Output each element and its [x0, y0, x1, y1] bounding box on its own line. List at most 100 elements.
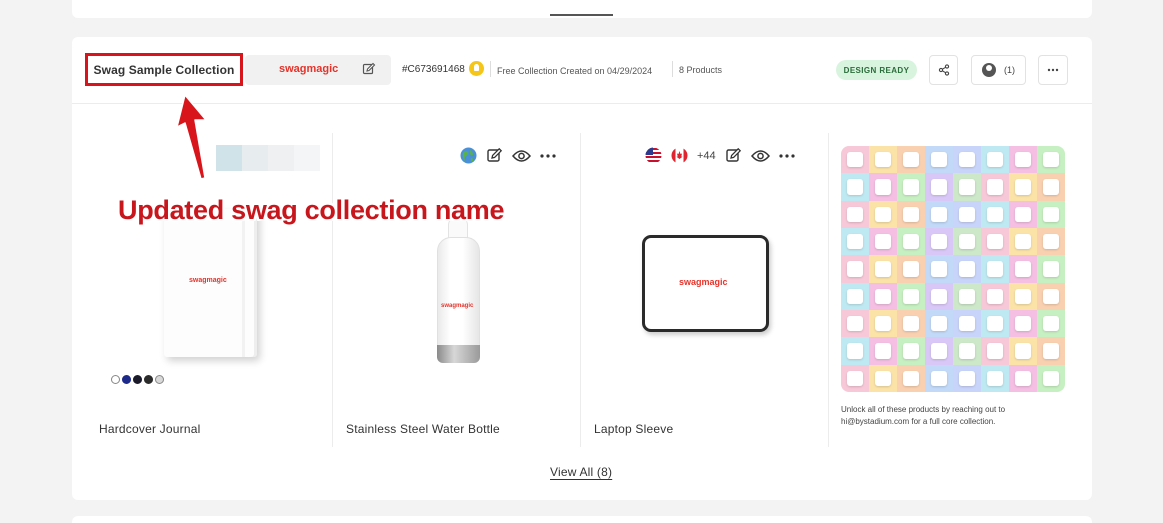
product-actions: +44: [645, 147, 795, 164]
edit-icon[interactable]: [362, 62, 376, 81]
product-actions: [460, 147, 556, 164]
us-flag-icon[interactable]: [645, 147, 662, 164]
color-swatches: [111, 375, 164, 384]
collage-tile: [869, 146, 897, 174]
eye-icon[interactable]: [512, 149, 531, 163]
annotation-text: Updated swag collection name: [118, 195, 505, 225]
user-icon: [982, 63, 996, 77]
swatch-gray[interactable]: [155, 375, 164, 384]
collage-tile: [841, 173, 869, 201]
collage-tile: [1009, 228, 1037, 256]
collage-tile: [1037, 310, 1065, 338]
ca-flag-icon[interactable]: [671, 147, 688, 164]
collage-tile: [869, 282, 897, 310]
collage-tile: [953, 364, 981, 392]
collage-tile: [981, 228, 1009, 256]
more-options-button[interactable]: [1038, 55, 1068, 85]
members-button[interactable]: (1): [971, 55, 1026, 85]
product-name[interactable]: Laptop Sleeve: [594, 422, 673, 436]
created-date: Free Collection Created on 04/29/2024: [497, 66, 653, 76]
collage-tile: [953, 310, 981, 338]
divider: [672, 61, 673, 77]
collage-tile: [841, 337, 869, 365]
collage-tile: [897, 255, 925, 283]
collage-tile: [897, 364, 925, 392]
collage-tile: [869, 228, 897, 256]
sleeve-logo: swagmagic: [679, 277, 728, 287]
globe-icon[interactable]: [460, 147, 477, 164]
more-regions-count[interactable]: +44: [697, 150, 716, 162]
laptop-sleeve-image: swagmagic: [642, 235, 769, 332]
collage-tile: [1009, 337, 1037, 365]
collage-tile: [981, 310, 1009, 338]
collage-tile: [869, 310, 897, 338]
water-bottle-image: swagmagic: [437, 203, 480, 363]
collage-tile: [897, 310, 925, 338]
collage-tile: [841, 282, 869, 310]
annotation-arrow-icon: [176, 94, 207, 180]
collage-tile: [953, 282, 981, 310]
more-icon[interactable]: [779, 153, 795, 158]
collage-tile: [1037, 228, 1065, 256]
view-all-link[interactable]: View All (8): [550, 465, 612, 479]
collage-tile: [1037, 200, 1065, 228]
collage-tile: [897, 337, 925, 365]
edit-icon[interactable]: [486, 147, 503, 164]
previous-collection-card: [72, 0, 1092, 18]
collage-tile: [925, 228, 953, 256]
collage-tile: [1009, 364, 1037, 392]
collage-tile: [897, 146, 925, 174]
eye-icon[interactable]: [750, 149, 770, 163]
collage-tile: [981, 200, 1009, 228]
collage-tile: [953, 228, 981, 256]
swatch-white[interactable]: [111, 375, 120, 384]
collage-tile: [953, 337, 981, 365]
collection-card: Swag Sample Collection swagmagic #C67369…: [72, 37, 1092, 500]
product-name[interactable]: Stainless Steel Water Bottle: [346, 422, 500, 436]
collage-tile: [981, 173, 1009, 201]
journal-logo: swagmagic: [189, 277, 227, 284]
collage-tile: [1037, 255, 1065, 283]
collage-tile: [953, 173, 981, 201]
products-count: 8 Products: [679, 65, 723, 75]
collage-tile: [981, 364, 1009, 392]
hardcover-journal-image: swagmagic: [164, 209, 257, 357]
collage-tile: [869, 364, 897, 392]
collage-tile: [953, 200, 981, 228]
more-icon[interactable]: [540, 153, 556, 158]
collage-tile: [925, 310, 953, 338]
product-collage-image: [841, 146, 1065, 392]
collection-header: Swag Sample Collection swagmagic #C67369…: [72, 37, 1092, 104]
collage-tile: [925, 173, 953, 201]
collage-tile: [981, 255, 1009, 283]
collage-tile: [1009, 255, 1037, 283]
collage-tile: [1009, 282, 1037, 310]
share-button[interactable]: [929, 55, 958, 85]
swatch-charcoal[interactable]: [144, 375, 153, 384]
collage-tile: [925, 200, 953, 228]
collage-tile: [1009, 173, 1037, 201]
collage-tile: [981, 282, 1009, 310]
swatch-black[interactable]: [133, 375, 142, 384]
collage-tile: [1037, 146, 1065, 174]
product-name[interactable]: Hardcover Journal: [99, 422, 200, 436]
collection-name[interactable]: Swag Sample Collection: [85, 53, 243, 86]
collage-tile: [1037, 282, 1065, 310]
collage-tile: [1009, 200, 1037, 228]
divider: [490, 61, 491, 77]
collage-tile: [841, 255, 869, 283]
edit-icon[interactable]: [725, 147, 742, 164]
collage-tile: [925, 282, 953, 310]
previous-view-all-underline: [550, 14, 613, 16]
collage-tile: [869, 173, 897, 201]
collection-id: #C673691468: [402, 64, 465, 75]
collage-tile: [953, 146, 981, 174]
brand-logo: swagmagic: [279, 63, 339, 75]
swatch-navy[interactable]: [122, 375, 131, 384]
bottle-logo: swagmagic: [441, 303, 474, 309]
brand-logo-box[interactable]: swagmagic: [245, 55, 391, 85]
status-badge: DESIGN READY: [836, 60, 917, 80]
collage-tile: [841, 200, 869, 228]
collage-tile: [869, 337, 897, 365]
collage-tile: [981, 337, 1009, 365]
